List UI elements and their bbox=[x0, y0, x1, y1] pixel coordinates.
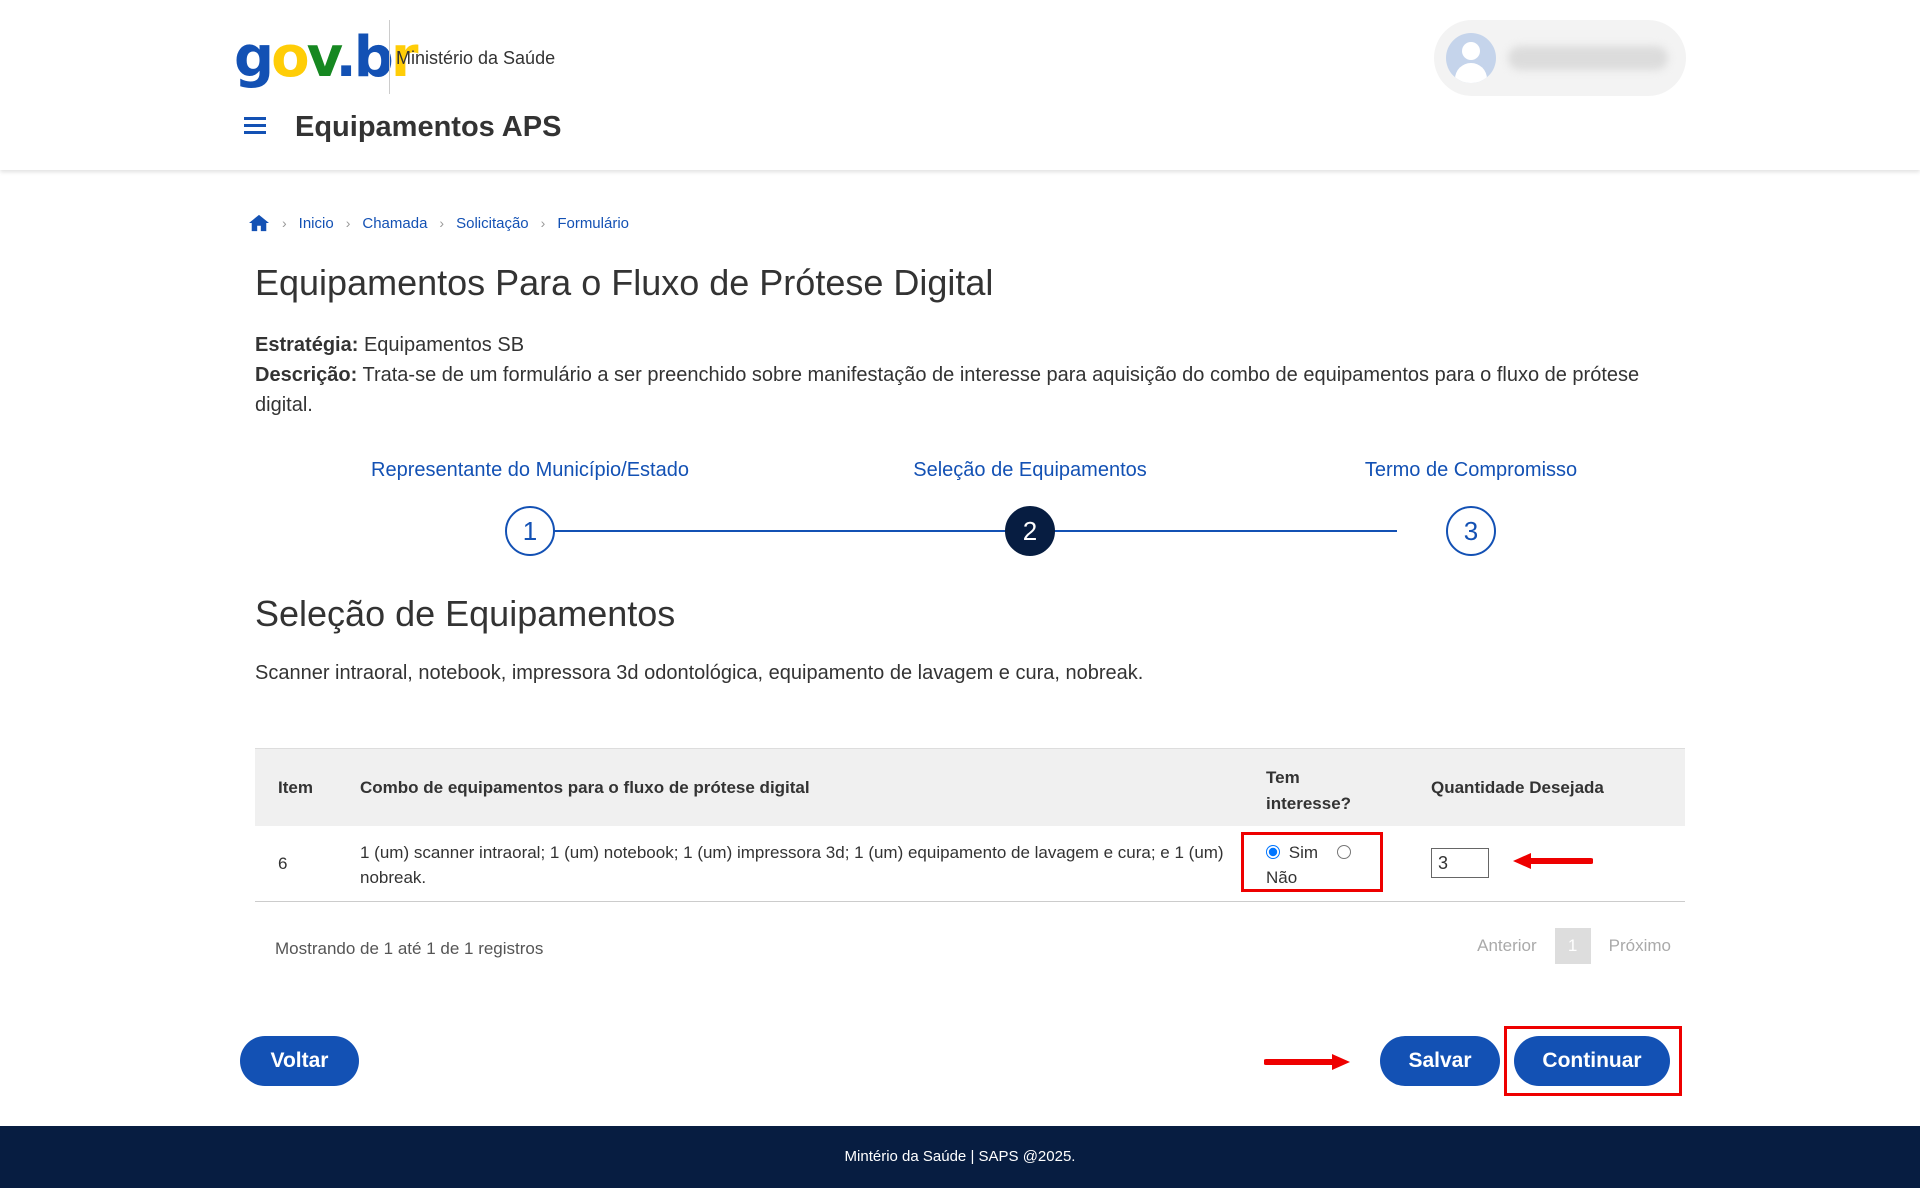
logo-divider bbox=[389, 20, 390, 94]
chevron-right-icon: › bbox=[540, 215, 546, 231]
annotation-arrow-right-icon bbox=[1264, 1054, 1350, 1070]
step-circle-2[interactable]: 2 bbox=[1005, 506, 1055, 556]
description-line: Descrição: Trata-se de um formulário a s… bbox=[255, 360, 1685, 420]
pagination-previous[interactable]: Anterior bbox=[1477, 936, 1537, 956]
pagination-next[interactable]: Próximo bbox=[1609, 936, 1671, 956]
stepper-line bbox=[530, 530, 1397, 532]
breadcrumb-formulario[interactable]: Formulário bbox=[557, 215, 629, 232]
user-name-redacted bbox=[1508, 46, 1668, 70]
step-circle-3[interactable]: 3 bbox=[1446, 506, 1496, 556]
step-label-3[interactable]: Termo de Compromisso bbox=[1365, 459, 1577, 482]
records-count: Mostrando de 1 até 1 de 1 registros bbox=[275, 939, 544, 958]
column-header-combo: Combo de equipamentos para o fluxo de pr… bbox=[360, 778, 810, 797]
step-circle-1[interactable]: 1 bbox=[505, 506, 555, 556]
chevron-right-icon: › bbox=[282, 215, 287, 231]
user-menu[interactable] bbox=[1434, 20, 1686, 96]
description-value: Trata-se de um formulário a ser preenchi… bbox=[255, 364, 1640, 416]
row-item-number: 6 bbox=[278, 854, 288, 873]
column-header-quantity: Quantidade Desejada bbox=[1431, 778, 1604, 797]
table-header: Item Combo de equipamentos para o fluxo … bbox=[255, 748, 1685, 826]
description-label: Descrição: bbox=[255, 364, 358, 386]
strategy-line: Estratégia: Equipamentos SB bbox=[255, 330, 1685, 360]
table-row: 6 1 (um) scanner intraoral; 1 (um) noteb… bbox=[255, 826, 1685, 902]
site-footer: Mintério da Saúde | SAPS @2025. bbox=[0, 1126, 1920, 1188]
organization-name: Ministério da Saúde bbox=[396, 48, 556, 68]
chevron-right-icon: › bbox=[439, 215, 445, 231]
continue-button[interactable]: Continuar bbox=[1514, 1036, 1670, 1086]
page-title: Equipamentos Para o Fluxo de Prótese Dig… bbox=[255, 262, 994, 303]
pagination: Anterior 1 Próximo bbox=[1477, 928, 1671, 964]
site-header: gov.br Ministério da Saúde Equipamentos … bbox=[0, 0, 1920, 170]
back-button[interactable]: Voltar bbox=[240, 1036, 359, 1086]
annotation-arrow-left-icon bbox=[1513, 853, 1593, 869]
chevron-right-icon: › bbox=[345, 215, 351, 231]
section-title: Seleção de Equipamentos bbox=[255, 593, 676, 634]
breadcrumb: › Inicio › Chamada › Solicitação › Formu… bbox=[248, 213, 629, 233]
breadcrumb-chamada[interactable]: Chamada bbox=[362, 215, 427, 232]
form-meta: Estratégia: Equipamentos SB Descrição: T… bbox=[255, 330, 1685, 420]
home-icon[interactable] bbox=[248, 213, 270, 233]
equipment-table: Item Combo de equipamentos para o fluxo … bbox=[255, 748, 1685, 902]
avatar bbox=[1446, 33, 1496, 83]
row-combo-description: 1 (um) scanner intraoral; 1 (um) noteboo… bbox=[360, 843, 1224, 887]
table-footer: Mostrando de 1 até 1 de 1 registros Ante… bbox=[255, 925, 1685, 975]
step-label-2[interactable]: Seleção de Equipamentos bbox=[913, 459, 1147, 482]
pagination-page[interactable]: 1 bbox=[1554, 928, 1591, 964]
column-header-item: Item bbox=[278, 778, 313, 797]
annotation-highlight-box bbox=[1241, 832, 1383, 892]
save-button[interactable]: Salvar bbox=[1380, 1036, 1500, 1086]
section-description: Scanner intraoral, notebook, impressora … bbox=[255, 662, 1144, 684]
app-title: Equipamentos APS bbox=[295, 111, 562, 143]
step-label-1[interactable]: Representante do Município/Estado bbox=[371, 459, 689, 482]
strategy-label: Estratégia: bbox=[255, 334, 359, 356]
column-header-interest: Tem interesse? bbox=[1266, 768, 1352, 813]
breadcrumb-inicio[interactable]: Inicio bbox=[299, 215, 334, 232]
quantity-input[interactable] bbox=[1431, 848, 1489, 878]
progress-stepper: Representante do Município/Estado Seleçã… bbox=[255, 455, 1685, 556]
strategy-value: Equipamentos SB bbox=[363, 334, 525, 356]
hamburger-menu-icon[interactable] bbox=[244, 117, 266, 135]
breadcrumb-solicitacao[interactable]: Solicitação bbox=[456, 215, 529, 232]
